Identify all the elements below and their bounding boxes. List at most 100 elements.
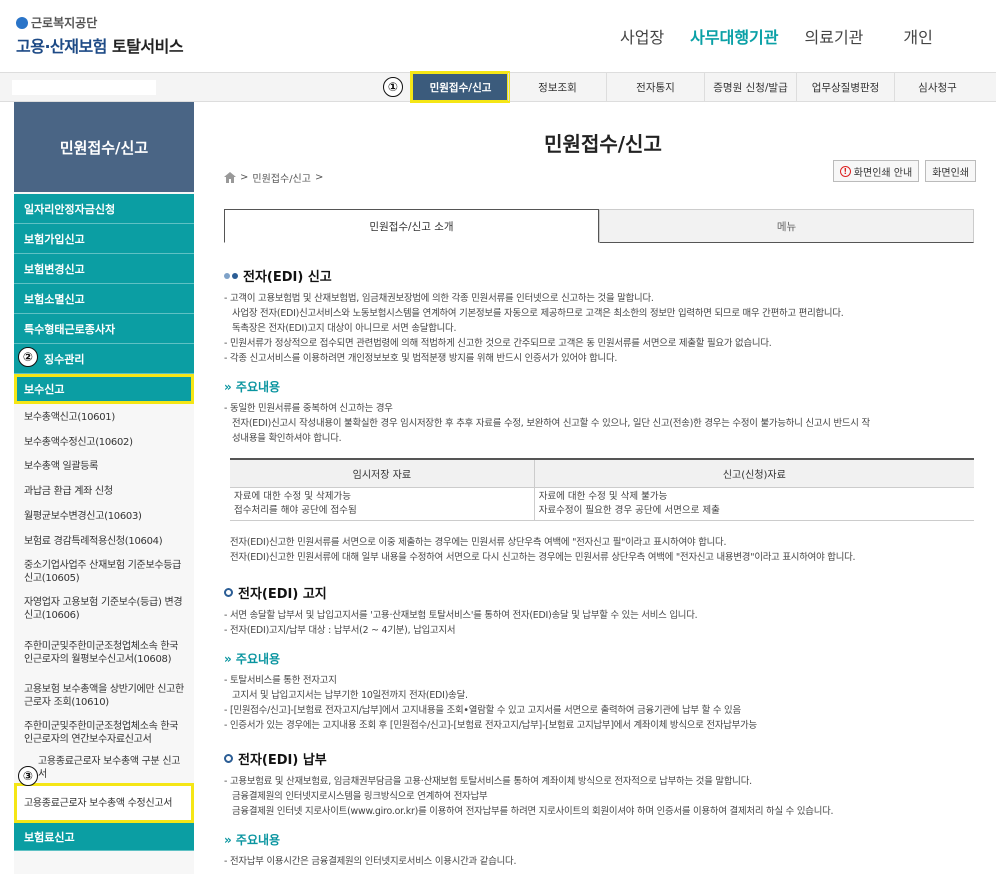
submenu-e-notice[interactable]: 전자통지: [606, 73, 704, 101]
text-line: - 인증서가 있는 경우에는 고지내용 조회 후 [민원접수/신고]-[보험료 …: [224, 719, 757, 731]
topnav-individual[interactable]: 개인: [903, 24, 932, 48]
page-title: 민원접수/신고: [544, 132, 662, 156]
text-line: - 각종 신고서비스를 이용하려면 개인정보보호 및 법적분쟁 방지를 위해 반…: [224, 353, 618, 364]
breadcrumb-separator: >: [314, 172, 324, 183]
sidebar-sub-item[interactable]: 과납금 환급 계좌 신청: [14, 479, 194, 504]
print-guide-label: 화면인쇄 안내: [853, 167, 913, 179]
section-edi-report-title: 전자(EDI) 신고: [224, 266, 974, 285]
comwel-logo-icon: [16, 16, 28, 29]
content-tabs: 민원접수/신고 소개 메뉴: [224, 209, 974, 243]
text-line: - 토탈서비스를 통한 전자고지: [224, 674, 337, 686]
main-points-text: - 토탈서비스를 통한 전자고지 고지서 및 납입고지서는 납부기한 10일전까…: [224, 673, 974, 733]
home-icon[interactable]: [224, 172, 236, 183]
topnav-agency[interactable]: 사무대행기관: [690, 24, 778, 48]
sidebar-sub-item-termination-revision[interactable]: 고용종료근로자 보수총액 수정신고서: [14, 783, 194, 823]
sidebar-sub-item[interactable]: 고용종료근로자 보수총액 구분 신고서: [14, 752, 194, 783]
text-line: - 동일한 민원서류를 중복하여 신고하는 경우: [224, 403, 393, 414]
text-line: 금융결제원 인터넷 지로사이트(www.giro.or.kr)를 이용하여 전자…: [232, 805, 834, 817]
breadcrumb-separator: >: [240, 172, 249, 183]
sub-menu: 민원접수/신고 정보조회 전자통지 증명원 신청/발급 업무상질병판정 심사청구: [410, 71, 980, 103]
sidebar-title: 민원접수/신고: [14, 102, 194, 192]
submenu-info-inquiry[interactable]: 정보조회: [508, 73, 606, 101]
text-line: - 전자(EDI)고지/납부 대상 : 납부서(2 ~ 4기분), 납입고지서: [224, 624, 456, 636]
main-points-text: - 동일한 민원서류를 중복하여 신고하는 경우 전자(EDI)신고시 작성내용…: [224, 401, 974, 446]
submenu-civil-report[interactable]: 민원접수/신고: [410, 71, 510, 103]
text-line: - 민원서류가 정상적으로 접수되면 관련법령에 의해 적법하게 신고한 것으로…: [224, 338, 772, 349]
sidebar: 민원접수/신고 일자리안정자금신청 보험가입신고 보험변경신고 보험소멸신고 특…: [14, 102, 194, 874]
text-line: 사업장 전자(EDI)신고서비스와 노동보험시스템을 연계하여 기본정보를 자동…: [232, 308, 844, 319]
text-line: - 전자납부 이용시간은 금융결제원의 인터넷지로서비스 이용시간과 같습니다.: [224, 855, 517, 867]
topnav-workplace[interactable]: 사업장: [620, 24, 664, 48]
text-line: 금융결제원의 인터넷지로시스템을 링크방식으로 연계하여 전자납부: [232, 790, 488, 802]
sidebar-sub-item[interactable]: 보험료 경감특례적용신청(10604): [14, 529, 194, 554]
cell-text: 접수처리를 해야 공단에 접수됨: [234, 504, 357, 516]
tab-menu[interactable]: 메뉴: [599, 209, 974, 243]
text-line: 전자(EDI)신고한 민원서류를 서면으로 이중 제출하는 경우에는 민원서류 …: [230, 536, 727, 548]
section-edi-report-text: - 고객이 고용보험법 및 산재보험법, 임금채권보장법에 의한 각종 민원서류…: [224, 291, 974, 366]
text-line: - 서면 송달할 납부서 및 납입고지서를 '고용·산재보험 토탈서비스'를 통…: [224, 609, 698, 621]
cell-text: 자료수정이 필요한 경우 공단에 서면으로 제출: [538, 504, 720, 516]
user-info-blank: [12, 80, 156, 95]
submenu-review-request[interactable]: 심사청구: [894, 73, 980, 101]
bullet-ring-icon: [224, 587, 233, 597]
sidebar-sub-item[interactable]: 고용보험 보수총액을 상반기에만 신고한 근로자 조회(10610): [14, 678, 194, 714]
section-edi-payment-text: - 고용보험료 및 산재보험료, 임금채권부담금을 고용·산재보험 토탈서비스를…: [224, 774, 974, 819]
sidebar-item-collection[interactable]: 징수관리: [14, 344, 194, 374]
text-line: 전자(EDI)신고한 민원서류에 대해 일부 내용을 수정하여 서면으로 다시 …: [230, 551, 856, 563]
alert-icon: !: [839, 165, 851, 177]
section-edi-notice-title: 전자(EDI) 고지: [224, 583, 974, 602]
topnav-medical[interactable]: 의료기관: [805, 24, 864, 48]
logo-org: 근로복지공단: [31, 16, 98, 30]
submenu-occupational-disease[interactable]: 업무상질병판정: [796, 73, 894, 101]
text-line: 성내용을 확인하셔야 합니다.: [232, 433, 342, 444]
main-points-heading: » 주요내용: [224, 832, 281, 847]
print-button[interactable]: 화면인쇄: [925, 160, 976, 182]
main-points-heading: » 주요내용: [224, 380, 281, 394]
sidebar-sub-item[interactable]: 중소기업사업주 산재보험 기준보수등급신고(10605): [14, 554, 194, 590]
table-cell: 자료에 대한 수정 및 삭제 불가능 자료수정이 필요한 경우 공단에 서면으로 …: [534, 487, 974, 521]
text-line: 전자(EDI)신고시 작성내용이 불확실한 경우 임시저장한 후 추후 자료를 …: [232, 418, 870, 429]
content-body: 전자(EDI) 신고 - 고객이 고용보험법 및 산재보험법, 임금채권보장법에…: [224, 266, 974, 869]
text-line: 독촉장은 전자(EDI)고지 대상이 아니므로 서면 송달합니다.: [232, 323, 457, 334]
table-cell: 자료에 대한 수정 및 삭제가능접수처리를 해야 공단에 접수됨: [230, 487, 535, 521]
sidebar-sub-item[interactable]: 보수총액 일괄등록: [14, 454, 194, 479]
sidebar-item-wage-report[interactable]: 보수신고: [14, 374, 194, 404]
sidebar-sub-item[interactable]: 주한미군및주한미군조청업체소속 한국인근로자의 연간보수자료신고서: [14, 714, 194, 752]
edi-report-notes: 전자(EDI)신고한 민원서류를 서면으로 이중 제출하는 경우에는 민원서류 …: [224, 535, 974, 565]
sidebar-item-insurance-change[interactable]: 보험변경신고: [14, 254, 194, 284]
breadcrumb-item[interactable]: 민원접수/신고: [252, 170, 311, 185]
tab-introduction[interactable]: 민원접수/신고 소개: [224, 209, 599, 243]
top-navigation: 사업장 사무대행기관 의료기관 개인: [620, 24, 933, 48]
print-guide-button[interactable]: ! 화면인쇄 안내: [832, 160, 920, 182]
section-edi-payment-heading: 전자(EDI) 납부: [238, 752, 327, 768]
sidebar-item-premium-report[interactable]: 보험료신고: [14, 823, 194, 851]
sidebar-item-insurance-join[interactable]: 보험가입신고: [14, 224, 194, 254]
sidebar-sub-item[interactable]: 주한미군및주한미군조청업체소속 한국인근로자의 월평보수신고서(10608): [14, 628, 194, 678]
section-edi-notice-text: - 서면 송달할 납부서 및 납입고지서를 '고용·산재보험 토탈서비스'를 통…: [224, 608, 974, 638]
text-line: - [민원접수/신고]-[보험료 전자고지/납부]에서 고지내용을 조회•열람할…: [224, 704, 741, 716]
main-points-heading: » 주요내용: [224, 651, 281, 666]
text-line: - 고객이 고용보험법 및 산재보험법, 임금채권보장법에 의한 각종 민원서류…: [224, 293, 654, 304]
section-edi-report-heading: 전자(EDI) 신고: [243, 270, 332, 285]
sidebar-item-job-stability[interactable]: 일자리안정자금신청: [14, 194, 194, 224]
bullet-ring-icon: [224, 753, 233, 763]
logo-title: 고용·산재보험: [16, 37, 107, 56]
header: 근로복지공단 고용·산재보험 토탈서비스 사업장 사무대행기관 의료기관 개인: [0, 0, 996, 72]
section-edi-notice-heading: 전자(EDI) 고지: [238, 586, 327, 602]
logo-title-suffix: 토탈서비스: [106, 37, 184, 56]
sidebar-sub-item[interactable]: 보수총액수정신고(10602): [14, 430, 194, 454]
table-header: 신고(신청)자료: [534, 458, 974, 488]
comparison-table: 임시저장 자료 신고(신청)자료 자료에 대한 수정 및 삭제가능 접수처리를 해…: [230, 458, 974, 521]
submenu-certificate[interactable]: 증명원 신청/발급: [704, 73, 796, 101]
sidebar-sub-item[interactable]: 보수총액신고(10601): [14, 404, 194, 430]
cell-text: 자료에 대한 수정 및 삭제가능: [234, 490, 351, 502]
sidebar-sub-item[interactable]: 자영업자 고용보험 기준보수(등급) 변경신고(10606): [14, 590, 194, 628]
text-line: 고지서 및 납입고지서는 납부기한 10일전까지 전자(EDI)송달.: [232, 689, 468, 701]
sidebar-item-special-workers[interactable]: 특수형태근로종사자: [14, 314, 194, 344]
print-buttons: ! 화면인쇄 안내 화면인쇄: [832, 160, 976, 182]
sidebar-sub-item[interactable]: 월평균보수변경신고(10603): [14, 504, 194, 529]
sidebar-item-insurance-termination[interactable]: 보험소멸신고: [14, 284, 194, 314]
logo[interactable]: 근로복지공단 고용·산재보험 토탈서비스: [16, 14, 184, 57]
text-line: - 고용보험료 및 산재보험료, 임금채권부담금을 고용·산재보험 토탈서비스를…: [224, 775, 752, 787]
section-edi-payment-title: 전자(EDI) 납부: [224, 749, 974, 768]
